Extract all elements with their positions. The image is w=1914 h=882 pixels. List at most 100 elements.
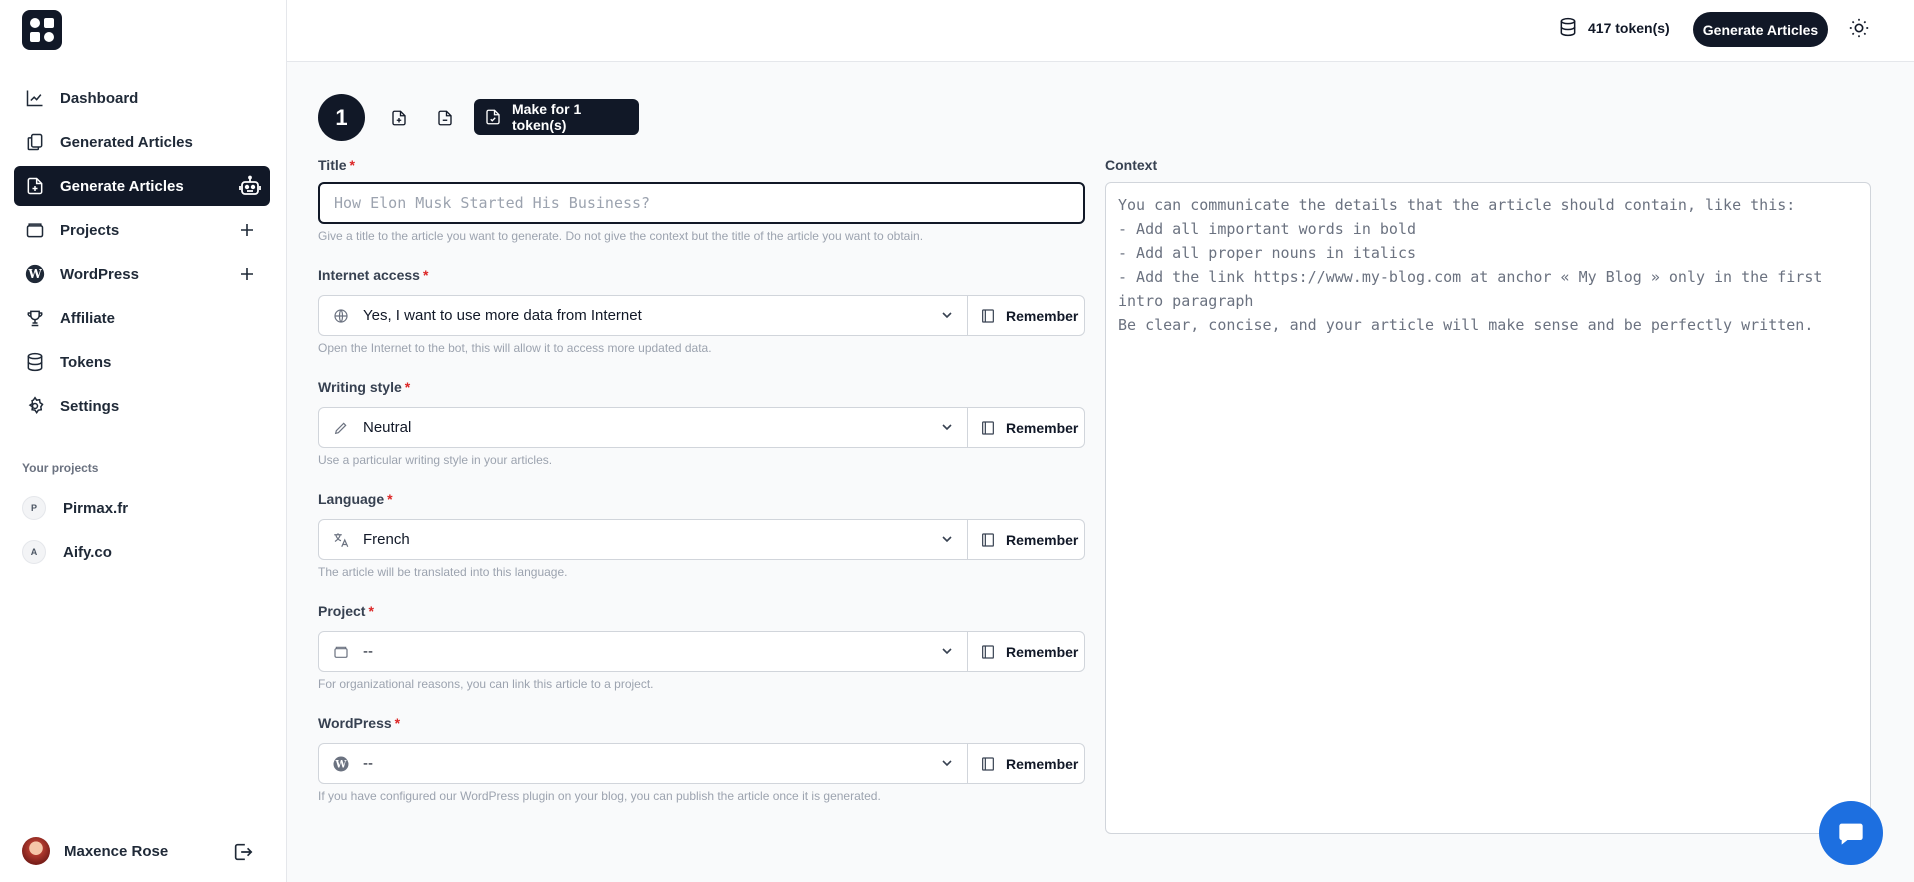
project-select[interactable]: -- Remember: [318, 631, 1085, 672]
make-button-label: Make for 1 token(s): [512, 101, 582, 133]
title-label: Title *: [318, 157, 355, 173]
book-icon: [980, 644, 996, 660]
chevron-down-icon: [939, 531, 957, 549]
remember-button[interactable]: Remember: [967, 632, 1084, 671]
top-bar: [287, 0, 1914, 62]
writing-style-label: Writing style *: [318, 379, 411, 395]
file-plus-icon: [392, 110, 406, 126]
sidebar-item-label: Projects: [60, 221, 120, 239]
chevron-down-icon: [939, 419, 957, 437]
database-icon: [1558, 17, 1580, 39]
wordpress-icon: W: [24, 263, 46, 285]
project-item-pirmax[interactable]: P Pirmax.fr: [14, 490, 270, 526]
add-file-button[interactable]: [381, 101, 417, 135]
add-project-icon[interactable]: [236, 219, 258, 241]
sidebar-item-label: WordPress: [60, 265, 139, 283]
chevron-down-icon: [939, 307, 957, 325]
remember-button[interactable]: Remember: [967, 296, 1084, 335]
file-check-icon: [484, 108, 502, 126]
project-label: Pirmax.fr: [63, 499, 129, 517]
pencil-icon: [331, 418, 351, 438]
sidebar-item-generate-articles[interactable]: Generate Articles: [14, 166, 270, 206]
wordpress-icon: W: [331, 754, 351, 774]
internet-access-label: Internet access *: [318, 267, 429, 283]
folder-icon: [331, 642, 351, 662]
context-label: Context: [1105, 157, 1158, 173]
book-icon: [980, 756, 996, 772]
add-wordpress-icon[interactable]: [236, 263, 258, 285]
trophy-icon: [24, 307, 46, 329]
file-plus-icon: [24, 175, 46, 197]
language-hint: The article will be translated into this…: [318, 565, 568, 579]
generate-articles-button[interactable]: Generate Articles: [1693, 12, 1828, 47]
step-indicator: 1: [318, 94, 365, 141]
sidebar-item-label: Dashboard: [60, 89, 139, 107]
sidebar-item-projects[interactable]: Projects: [14, 210, 270, 250]
project-value: --: [363, 643, 373, 660]
language-select[interactable]: French Remember: [318, 519, 1085, 560]
token-count: 417 token(s): [1588, 20, 1670, 36]
project-item-aify[interactable]: A Aify.co: [14, 534, 270, 570]
title-hint: Give a title to the article you want to …: [318, 229, 924, 243]
book-icon: [980, 532, 996, 548]
app-logo[interactable]: [22, 10, 62, 50]
robot-icon: [238, 174, 262, 198]
sun-icon[interactable]: [1848, 17, 1872, 41]
user-profile[interactable]: Maxence Rose: [22, 837, 168, 865]
internet-access-hint: Open the Internet to the bot, this will …: [318, 341, 712, 355]
sidebar-item-tokens[interactable]: Tokens: [14, 342, 270, 382]
project-initial: P: [22, 496, 46, 520]
chevron-down-icon: [939, 643, 957, 661]
avatar: [22, 837, 50, 865]
make-button[interactable]: Make for 1 token(s): [474, 99, 639, 135]
internet-access-value: Yes, I want to use more data from Intern…: [363, 307, 642, 324]
context-textarea[interactable]: You can communicate the details that the…: [1105, 182, 1871, 834]
logout-icon[interactable]: [232, 841, 254, 863]
remember-button[interactable]: Remember: [967, 744, 1084, 783]
projects-section-title: Your projects: [22, 461, 99, 475]
wordpress-value: --: [363, 755, 373, 772]
chevron-down-icon: [939, 755, 957, 773]
wordpress-hint: If you have configured our WordPress plu…: [318, 789, 881, 803]
project-hint: For organizational reasons, you can link…: [318, 677, 654, 691]
book-icon: [980, 420, 996, 436]
chat-button[interactable]: [1819, 801, 1883, 865]
sidebar-item-label: Generated Articles: [60, 133, 193, 151]
internet-access-select[interactable]: Yes, I want to use more data from Intern…: [318, 295, 1085, 336]
wordpress-select[interactable]: W -- Remember: [318, 743, 1085, 784]
book-icon: [980, 308, 996, 324]
token-balance: 417 token(s): [1558, 17, 1670, 39]
sidebar-nav: Dashboard Generated Articles Generate Ar…: [14, 78, 270, 430]
chart-icon: [24, 87, 46, 109]
writing-style-hint: Use a particular writing style in your a…: [318, 453, 553, 467]
sidebar-item-settings[interactable]: Settings: [14, 386, 270, 426]
project-initial: A: [22, 540, 46, 564]
language-value: French: [363, 531, 410, 548]
database-icon: [24, 351, 46, 373]
remember-button[interactable]: Remember: [967, 408, 1084, 447]
folder-icon: [24, 219, 46, 241]
writing-style-value: Neutral: [363, 419, 412, 436]
sidebar-item-label: Affiliate: [60, 309, 116, 327]
sidebar-item-label: Generate Articles: [60, 177, 184, 195]
svg-text:W: W: [27, 267, 42, 281]
translate-icon: [331, 530, 351, 550]
documents-icon: [24, 131, 46, 153]
sidebar-item-dashboard[interactable]: Dashboard: [14, 78, 270, 118]
project-label: Project *: [318, 603, 374, 619]
chat-bubble-icon: [1839, 823, 1863, 845]
gear-icon: [24, 395, 46, 417]
globe-icon: [331, 306, 351, 326]
project-label: Aify.co: [63, 543, 112, 561]
sidebar-item-affiliate[interactable]: Affiliate: [14, 298, 270, 338]
sidebar-item-wordpress[interactable]: W WordPress: [14, 254, 270, 294]
remove-file-button[interactable]: [427, 101, 463, 135]
remember-button[interactable]: Remember: [967, 520, 1084, 559]
title-input[interactable]: [318, 182, 1085, 224]
wordpress-label: WordPress *: [318, 715, 401, 731]
svg-text:W: W: [335, 759, 348, 770]
writing-style-select[interactable]: Neutral Remember: [318, 407, 1085, 448]
sidebar-item-generated-articles[interactable]: Generated Articles: [14, 122, 270, 162]
sidebar-item-label: Settings: [60, 397, 120, 415]
sidebar-item-label: Tokens: [60, 353, 112, 371]
